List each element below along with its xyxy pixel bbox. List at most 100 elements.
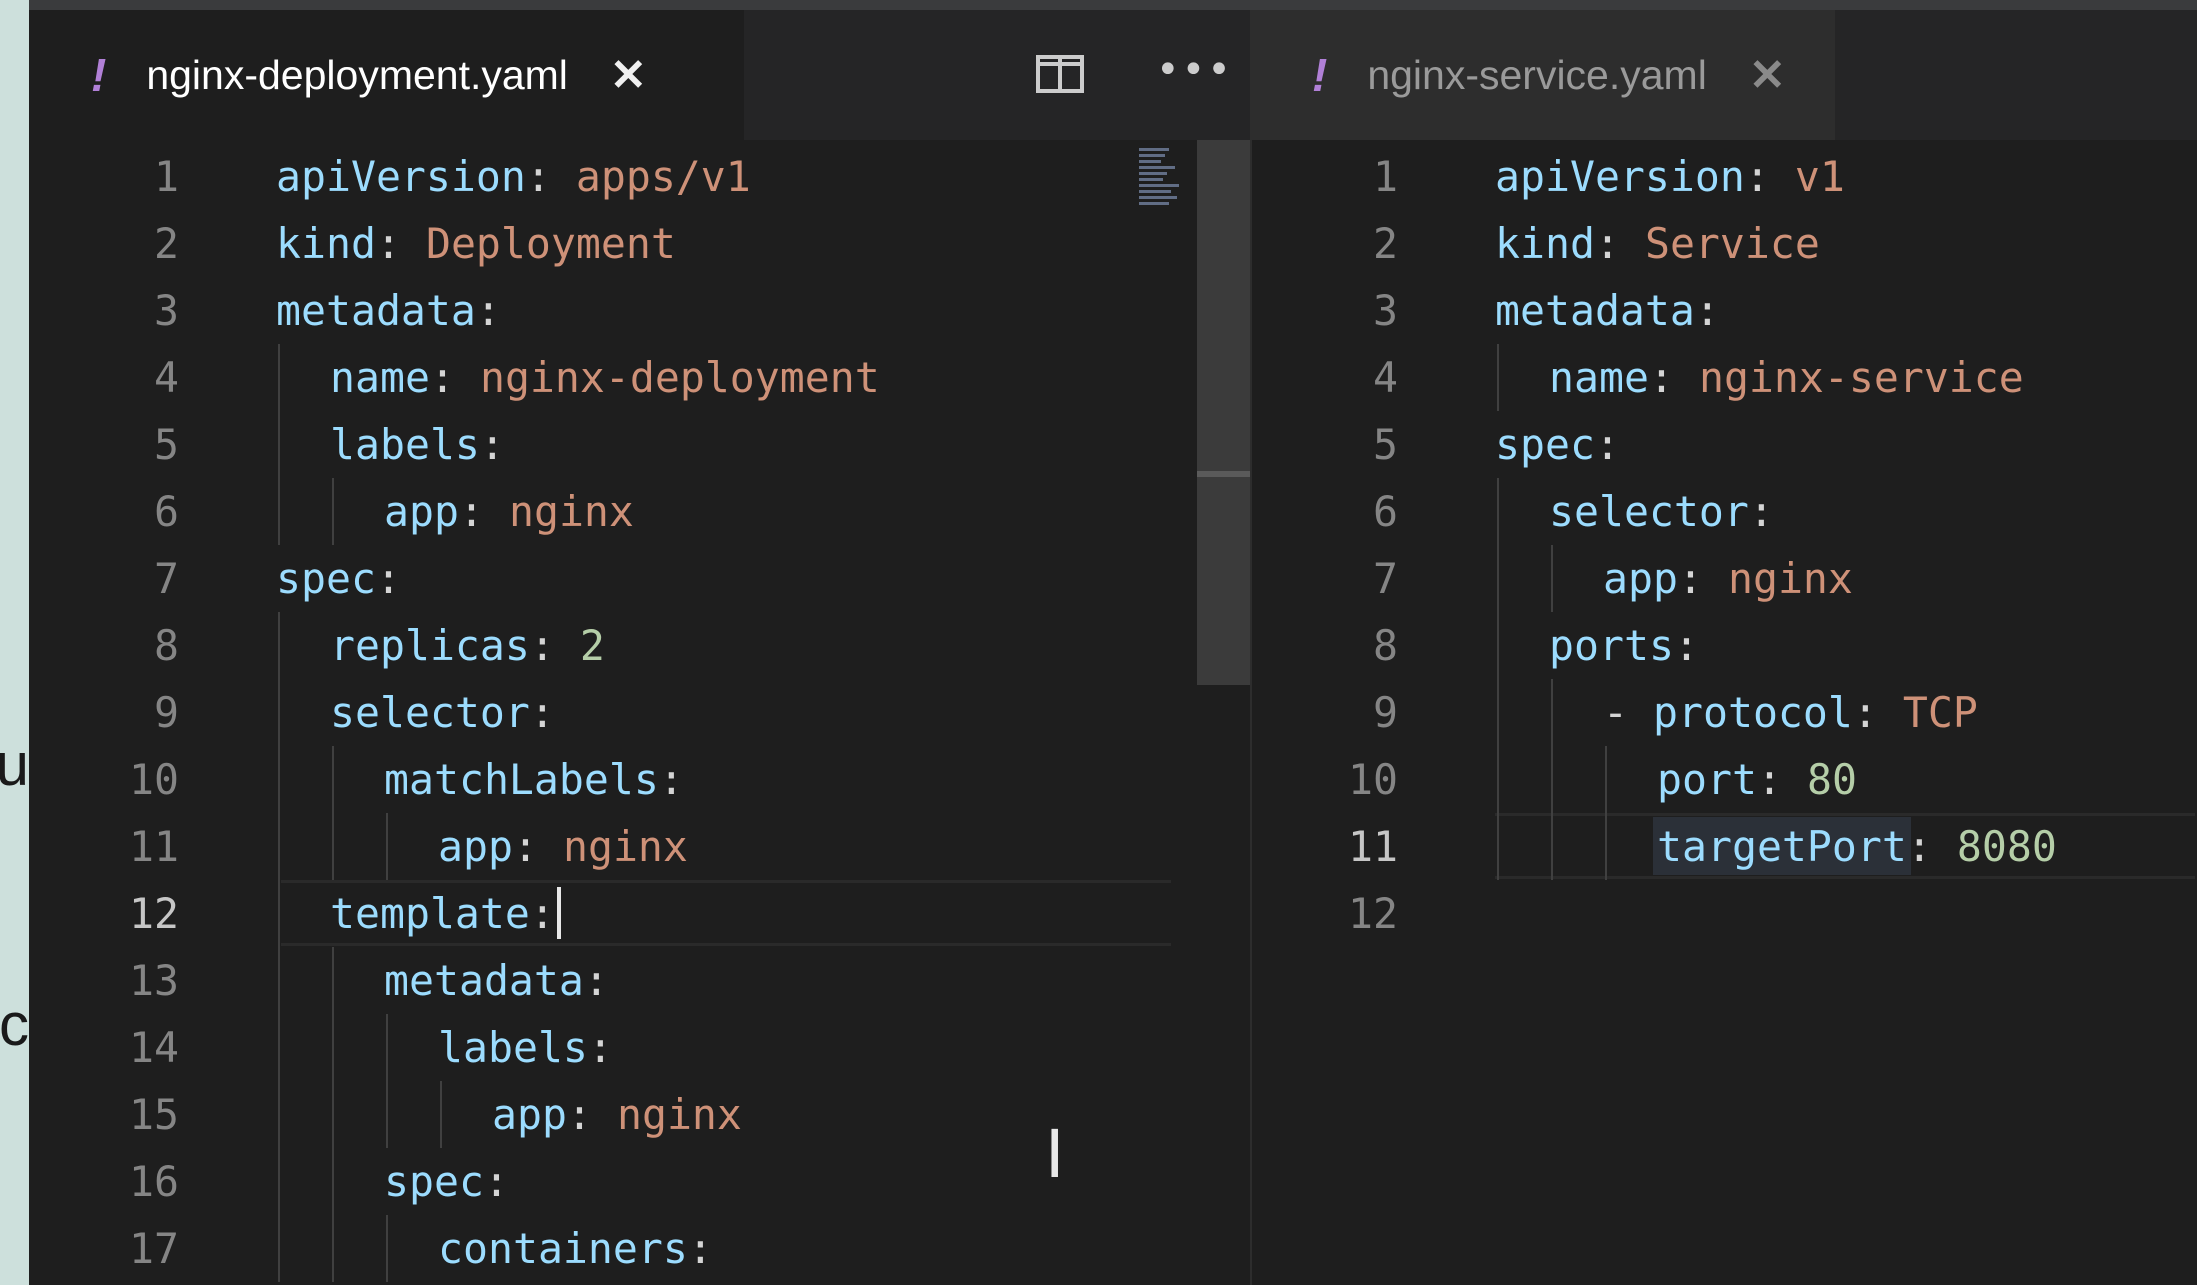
code-line[interactable]: 2 kind: Deployment	[29, 210, 1250, 277]
code-text[interactable]: ports:	[1549, 612, 1699, 679]
colon: :	[687, 1224, 713, 1273]
code-text[interactable]: spec:	[276, 545, 401, 612]
indent-guide	[1497, 344, 1499, 411]
yaml-key: app	[438, 822, 513, 871]
code-line[interactable]: 8 ports:	[1252, 612, 2197, 679]
code-line[interactable]: 13 metadata:	[29, 947, 1250, 1014]
code-line[interactable]: 11 app: nginx	[29, 813, 1250, 880]
code-text[interactable]: port: 80	[1657, 746, 1857, 813]
code-text[interactable]: selector:	[330, 679, 555, 746]
code-line[interactable]: 3 metadata:	[29, 277, 1250, 344]
code-editor[interactable]: 1 apiVersion: apps/v1 2 kind: Deployment 3 me…	[29, 140, 1250, 1285]
code-line[interactable]: 14 labels:	[29, 1014, 1250, 1081]
line-number: 17	[129, 1224, 179, 1273]
indent-guide	[386, 813, 388, 880]
code-text[interactable]: labels:	[438, 1014, 613, 1081]
code-text[interactable]: apiVersion: apps/v1	[276, 143, 751, 210]
code-text[interactable]: app: nginx	[1603, 545, 1853, 612]
code-line[interactable]: 8 replicas: 2	[29, 612, 1250, 679]
line-number: 5	[154, 420, 179, 469]
code-text[interactable]: template:	[330, 880, 555, 947]
colon: :	[475, 286, 501, 335]
code-text[interactable]: spec:	[384, 1148, 509, 1215]
code-editor[interactable]: 1 apiVersion: v1 2 kind: Service 3 metadata: 4…	[1252, 140, 2197, 1285]
code-text[interactable]: name: nginx-deployment	[330, 344, 880, 411]
tab-nginx-service[interactable]: ! nginx-service.yaml ✕	[1252, 10, 1835, 140]
line-number: 2	[154, 219, 179, 268]
code-line[interactable]: 11 targetPort: 8080	[1252, 813, 2197, 880]
yaml-key: kind	[1495, 219, 1595, 268]
code-line[interactable]: 7 app: nginx	[1252, 545, 2197, 612]
code-text[interactable]: - protocol: TCP	[1603, 679, 1978, 746]
code-text[interactable]: metadata:	[384, 947, 609, 1014]
indent-guide	[332, 1014, 334, 1081]
line-number: 8	[1373, 621, 1398, 670]
code-line[interactable]: 6 app: nginx	[29, 478, 1250, 545]
indent-guide	[1551, 813, 1553, 880]
code-text[interactable]: metadata:	[276, 277, 501, 344]
code-line[interactable]: 4 name: nginx-service	[1252, 344, 2197, 411]
line-number: 13	[129, 956, 179, 1005]
code-line[interactable]: 9 selector:	[29, 679, 1250, 746]
colon: :	[458, 487, 484, 536]
indent-guide	[386, 1014, 388, 1081]
code-text[interactable]: replicas: 2	[330, 612, 605, 679]
code-line[interactable]: 17 containers:	[29, 1215, 1250, 1282]
code-text[interactable]: labels:	[330, 411, 505, 478]
editor-group-left: ! nginx-deployment.yaml ✕ ••• 1 apiVersio…	[29, 10, 1250, 1285]
code-text[interactable]: kind: Deployment	[276, 210, 676, 277]
editor-group-right: ! nginx-service.yaml ✕ 1 apiVersion: v1 2 k…	[1252, 10, 2197, 1285]
code-text[interactable]: app: nginx	[438, 813, 688, 880]
line-number: 4	[1373, 353, 1398, 402]
yaml-key: selector	[330, 688, 530, 737]
code-line[interactable]: 12 template:	[29, 880, 1250, 947]
code-line[interactable]: 1 apiVersion: v1	[1252, 143, 2197, 210]
colon: :	[1677, 554, 1703, 603]
colon: :	[1694, 286, 1720, 335]
code-line[interactable]: 10 port: 80	[1252, 746, 2197, 813]
code-line[interactable]: 10 matchLabels:	[29, 746, 1250, 813]
indent-guide	[1605, 746, 1607, 813]
yaml-key: spec	[384, 1157, 484, 1206]
line-number: 1	[1373, 152, 1398, 201]
code-line[interactable]: 5 labels:	[29, 411, 1250, 478]
code-line[interactable]: 4 name: nginx-deployment	[29, 344, 1250, 411]
split-editor-icon[interactable]	[1036, 55, 1084, 93]
code-text[interactable]: metadata:	[1495, 277, 1720, 344]
more-actions-icon[interactable]: •••	[1156, 50, 1233, 90]
close-icon[interactable]: ✕	[610, 50, 647, 101]
code-text[interactable]: spec:	[1495, 411, 1620, 478]
code-line[interactable]: 16 spec:	[29, 1148, 1250, 1215]
text-caret	[557, 887, 561, 939]
code-line[interactable]: 7 spec:	[29, 545, 1250, 612]
yaml-key: spec	[276, 554, 376, 603]
code-line[interactable]: 1 apiVersion: apps/v1	[29, 143, 1250, 210]
code-text[interactable]: selector:	[1549, 478, 1774, 545]
code-line[interactable]: 5 spec:	[1252, 411, 2197, 478]
code-line[interactable]: 6 selector:	[1252, 478, 2197, 545]
yaml-value: nginx	[508, 487, 634, 536]
code-text[interactable]: targetPort: 8080	[1657, 813, 2057, 880]
code-line[interactable]: 9 - protocol: TCP	[1252, 679, 2197, 746]
background-text-fragment: c	[0, 991, 29, 1058]
code-text[interactable]: app: nginx	[384, 478, 634, 545]
indent-guide	[278, 1014, 280, 1081]
code-line[interactable]: 3 metadata:	[1252, 277, 2197, 344]
colon: :	[1744, 152, 1770, 201]
code-text[interactable]: kind: Service	[1495, 210, 1820, 277]
code-line[interactable]: 15 app: nginx	[29, 1081, 1250, 1148]
code-text[interactable]: matchLabels:	[384, 746, 684, 813]
code-text[interactable]: app: nginx	[492, 1081, 742, 1148]
close-icon[interactable]: ✕	[1749, 50, 1786, 101]
colon: :	[529, 688, 555, 737]
colon: :	[1594, 420, 1620, 469]
code-line[interactable]: 2 kind: Service	[1252, 210, 2197, 277]
code-text[interactable]: name: nginx-service	[1549, 344, 2024, 411]
code-text[interactable]: containers:	[438, 1215, 713, 1282]
colon: :	[529, 889, 555, 938]
tab-nginx-deployment[interactable]: ! nginx-deployment.yaml ✕	[29, 10, 744, 140]
yaml-key: labels	[330, 420, 480, 469]
code-text[interactable]: apiVersion: v1	[1495, 143, 1845, 210]
colon: :	[375, 219, 401, 268]
code-line[interactable]: 12	[1252, 880, 2197, 947]
